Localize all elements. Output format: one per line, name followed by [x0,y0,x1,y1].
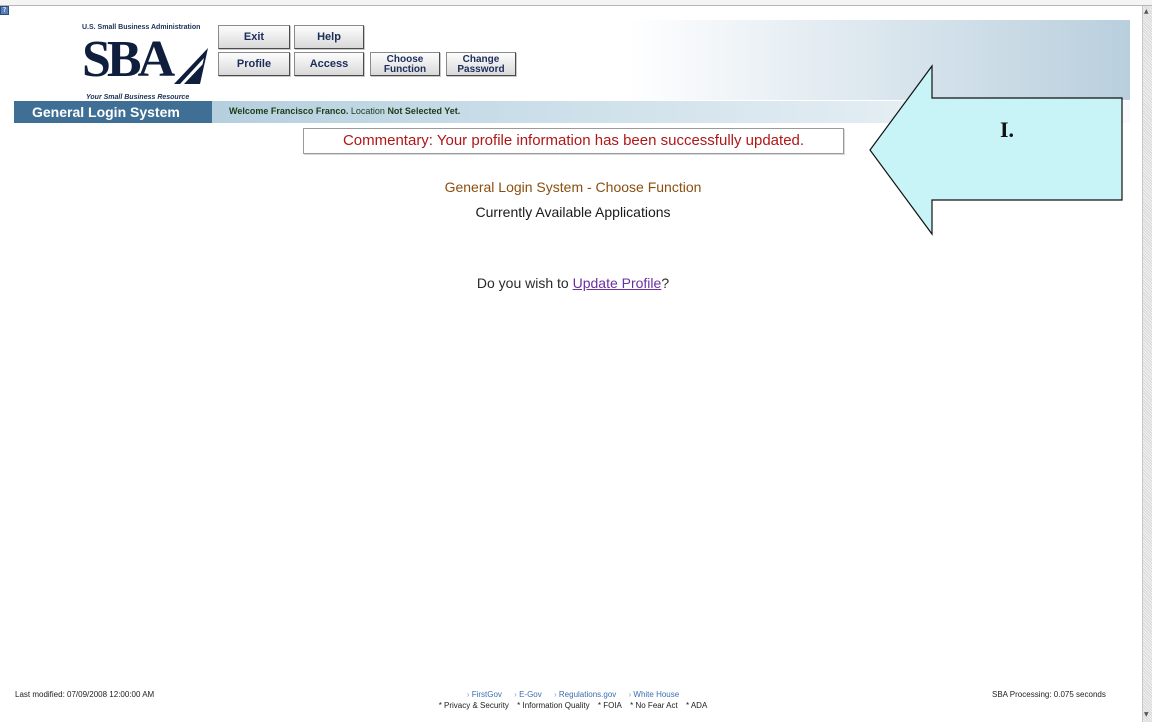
help-button[interactable]: Help [294,25,364,49]
footer-link-privacy[interactable]: * Privacy & Security [439,701,509,710]
footer-link-info-quality[interactable]: * Information Quality [517,701,589,710]
commentary-message: Commentary: Your profile information has… [303,128,844,154]
page: ? ▲ ▼ U.S. Small Business Administration… [0,0,1152,722]
exit-button[interactable]: Exit [218,25,290,49]
footer-link-ada[interactable]: * ADA [686,701,707,710]
logo-wordmark: SBA [82,31,175,88]
welcome-message: Welcome Francisco Franco. Location Not S… [229,106,460,116]
scroll-down-icon[interactable]: ▼ [1144,711,1151,718]
processing-time: SBA Processing: 0.075 seconds [992,690,1106,699]
footer-link-foia[interactable]: * FOIA [598,701,622,710]
annotation-arrow-icon [869,64,1123,236]
welcome-user: Welcome Francisco Franco. [229,106,349,116]
sba-logo[interactable]: U.S. Small Business Administration SBA Y… [78,24,218,104]
footer-link-no-fear[interactable]: * No Fear Act [630,701,678,710]
change-password-button[interactable]: Change Password [446,52,516,76]
update-prompt-text: Do you wish to [476,275,573,291]
location-value: Not Selected Yet. [387,106,461,116]
update-profile-link[interactable]: Update Profile [573,275,662,291]
scroll-up-icon[interactable]: ▲ [1144,8,1151,15]
location-label: Location [350,106,385,116]
update-prompt-suffix: ? [661,275,670,291]
profile-button[interactable]: Profile [218,52,290,76]
system-title: General Login System [14,101,212,123]
logo-agency-name: U.S. Small Business Administration [82,24,201,31]
access-button[interactable]: Access [294,52,364,76]
footer-link-whitehouse[interactable]: › White House [629,690,680,699]
logo-swoosh-icon [174,48,208,84]
browser-top-edge [0,0,1152,6]
footer-links: › FirstGov › E-Gov › Regulations.gov › W… [0,690,1146,699]
footer-link-regulations[interactable]: › Regulations.gov [554,690,616,699]
page-icon: ? [0,6,9,15]
footer-link-egov[interactable]: › E-Gov [514,690,542,699]
update-profile-prompt: Do you wish to Update Profile? [0,275,1146,291]
footer-sub-links: * Privacy & Security * Information Quali… [0,701,1146,710]
footer-link-firstgov[interactable]: › FirstGov [467,690,502,699]
vertical-scrollbar[interactable]: ▲ ▼ [1142,6,1152,722]
choose-function-button[interactable]: Choose Function [370,52,440,76]
logo-tagline: Your Small Business Resource [86,94,190,101]
annotation-label: I. [1000,117,1015,142]
